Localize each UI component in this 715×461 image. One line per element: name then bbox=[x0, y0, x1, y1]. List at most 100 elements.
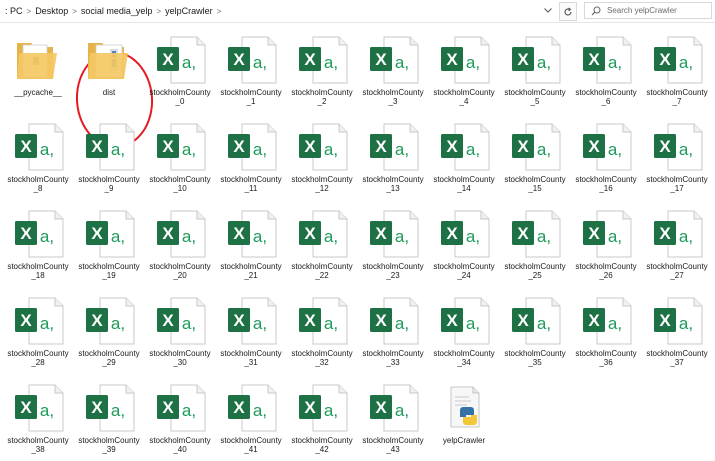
csv-file-item[interactable]: a, X stockholmCounty_41 bbox=[219, 375, 283, 455]
svg-text:X: X bbox=[20, 311, 32, 330]
csv-file-item[interactable]: a, X stockholmCounty_20 bbox=[148, 201, 212, 281]
csv-file-item[interactable]: a, X stockholmCounty_24 bbox=[432, 201, 496, 281]
svg-text:X: X bbox=[659, 311, 671, 330]
file-thumbnail: a, X bbox=[13, 120, 65, 172]
csv-file-item[interactable]: a, X stockholmCounty_3 bbox=[361, 27, 425, 107]
file-thumbnail: a, X bbox=[84, 294, 136, 346]
file-grid: __pycache__ dist a, X stockholmCounty_0 … bbox=[0, 23, 715, 461]
file-name-label: stockholmCounty_5 bbox=[504, 88, 566, 106]
svg-text:X: X bbox=[446, 50, 458, 69]
excel-csv-icon: a, X bbox=[654, 297, 703, 345]
file-name-label: stockholmCounty_28 bbox=[7, 349, 69, 367]
csv-file-item[interactable]: a, X stockholmCounty_35 bbox=[503, 288, 567, 368]
python-file-item[interactable]: yelpCrawler bbox=[432, 375, 496, 455]
breadcrumb-item-pc[interactable]: : PC bbox=[5, 6, 23, 16]
csv-file-item[interactable]: a, X stockholmCounty_19 bbox=[77, 201, 141, 281]
chevron-down-icon bbox=[544, 8, 552, 13]
csv-file-item[interactable]: a, X stockholmCounty_32 bbox=[290, 288, 354, 368]
csv-file-item[interactable]: a, X stockholmCounty_29 bbox=[77, 288, 141, 368]
refresh-button[interactable] bbox=[559, 2, 577, 21]
csv-file-item[interactable]: a, X stockholmCounty_42 bbox=[290, 375, 354, 455]
excel-csv-icon: a, X bbox=[228, 123, 277, 171]
svg-text:a,: a, bbox=[537, 314, 551, 333]
csv-file-item[interactable]: a, X stockholmCounty_17 bbox=[645, 114, 709, 194]
csv-file-item[interactable]: a, X stockholmCounty_37 bbox=[645, 288, 709, 368]
file-name-label: stockholmCounty_20 bbox=[149, 262, 211, 280]
excel-csv-icon: a, X bbox=[15, 384, 64, 432]
csv-file-item[interactable]: a, X stockholmCounty_34 bbox=[432, 288, 496, 368]
svg-text:X: X bbox=[20, 224, 32, 243]
csv-file-item[interactable]: a, X stockholmCounty_7 bbox=[645, 27, 709, 107]
address-bar[interactable]: : PC > Desktop > social media_yelp > yel… bbox=[0, 0, 715, 23]
csv-file-item[interactable]: a, X stockholmCounty_11 bbox=[219, 114, 283, 194]
svg-text:X: X bbox=[91, 224, 103, 243]
csv-file-item[interactable]: a, X stockholmCounty_15 bbox=[503, 114, 567, 194]
csv-file-item[interactable]: a, X stockholmCounty_25 bbox=[503, 201, 567, 281]
file-name-label: stockholmCounty_22 bbox=[291, 262, 353, 280]
refresh-icon bbox=[564, 6, 572, 16]
csv-file-item[interactable]: a, X stockholmCounty_21 bbox=[219, 201, 283, 281]
file-thumbnail: a, X bbox=[652, 294, 704, 346]
address-history-button[interactable] bbox=[541, 3, 555, 18]
search-box[interactable] bbox=[584, 2, 712, 19]
breadcrumb-item-yelpcrawler[interactable]: yelpCrawler bbox=[165, 6, 213, 16]
csv-file-item[interactable]: a, X stockholmCounty_43 bbox=[361, 375, 425, 455]
svg-text:a,: a, bbox=[324, 314, 338, 333]
csv-file-item[interactable]: a, X stockholmCounty_4 bbox=[432, 27, 496, 107]
file-name-label: stockholmCounty_10 bbox=[149, 175, 211, 193]
breadcrumb-item-desktop[interactable]: Desktop bbox=[35, 6, 68, 16]
csv-file-item[interactable]: a, X stockholmCounty_39 bbox=[77, 375, 141, 455]
file-name-label: stockholmCounty_31 bbox=[220, 349, 282, 367]
csv-file-item[interactable]: a, X stockholmCounty_23 bbox=[361, 201, 425, 281]
svg-text:a,: a, bbox=[182, 227, 196, 246]
file-thumbnail: a, X bbox=[155, 207, 207, 259]
svg-text:a,: a, bbox=[679, 140, 693, 159]
folder-item[interactable]: __pycache__ bbox=[6, 27, 70, 107]
file-name-label: stockholmCounty_4 bbox=[433, 88, 495, 106]
svg-text:a,: a, bbox=[253, 314, 267, 333]
breadcrumb-item-social-media-yelp[interactable]: social media_yelp bbox=[81, 6, 153, 16]
excel-csv-icon: a, X bbox=[15, 210, 64, 258]
csv-file-item[interactable]: a, X stockholmCounty_31 bbox=[219, 288, 283, 368]
svg-text:a,: a, bbox=[182, 140, 196, 159]
excel-csv-icon: a, X bbox=[654, 36, 703, 84]
csv-file-item[interactable]: a, X stockholmCounty_38 bbox=[6, 375, 70, 455]
csv-file-item[interactable]: a, X stockholmCounty_10 bbox=[148, 114, 212, 194]
file-thumbnail: a, X bbox=[297, 120, 349, 172]
csv-file-item[interactable]: a, X stockholmCounty_13 bbox=[361, 114, 425, 194]
csv-file-item[interactable]: a, X stockholmCounty_27 bbox=[645, 201, 709, 281]
file-thumbnail bbox=[434, 378, 496, 440]
csv-file-item[interactable]: a, X stockholmCounty_22 bbox=[290, 201, 354, 281]
file-thumbnail: a, X bbox=[510, 33, 562, 85]
excel-csv-icon: a, X bbox=[157, 210, 206, 258]
csv-file-item[interactable]: a, X stockholmCounty_12 bbox=[290, 114, 354, 194]
search-input[interactable] bbox=[607, 4, 707, 17]
csv-file-item[interactable]: a, X stockholmCounty_6 bbox=[574, 27, 638, 107]
csv-file-item[interactable]: a, X stockholmCounty_16 bbox=[574, 114, 638, 194]
file-thumbnail: a, X bbox=[368, 120, 420, 172]
csv-file-item[interactable]: a, X stockholmCounty_2 bbox=[290, 27, 354, 107]
csv-file-item[interactable]: a, X stockholmCounty_18 bbox=[6, 201, 70, 281]
csv-file-item[interactable]: a, X stockholmCounty_33 bbox=[361, 288, 425, 368]
svg-text:a,: a, bbox=[608, 314, 622, 333]
excel-csv-icon: a, X bbox=[654, 123, 703, 171]
csv-file-item[interactable]: a, X stockholmCounty_5 bbox=[503, 27, 567, 107]
file-name-label: stockholmCounty_25 bbox=[504, 262, 566, 280]
csv-file-item[interactable]: a, X stockholmCounty_40 bbox=[148, 375, 212, 455]
excel-csv-icon: a, X bbox=[299, 297, 348, 345]
csv-file-item[interactable]: a, X stockholmCounty_26 bbox=[574, 201, 638, 281]
csv-file-item[interactable]: a, X stockholmCounty_36 bbox=[574, 288, 638, 368]
csv-file-item[interactable]: a, X stockholmCounty_14 bbox=[432, 114, 496, 194]
csv-file-item[interactable]: a, X stockholmCounty_8 bbox=[6, 114, 70, 194]
svg-text:a,: a, bbox=[679, 314, 693, 333]
csv-file-item[interactable]: a, X stockholmCounty_1 bbox=[219, 27, 283, 107]
csv-file-item[interactable]: a, X stockholmCounty_0 bbox=[148, 27, 212, 107]
csv-file-item[interactable]: a, X stockholmCounty_30 bbox=[148, 288, 212, 368]
folder-item[interactable]: dist bbox=[77, 27, 141, 107]
file-thumbnail: a, X bbox=[155, 33, 207, 85]
file-thumbnail: a, X bbox=[652, 33, 704, 85]
file-name-label: stockholmCounty_8 bbox=[7, 175, 69, 193]
csv-file-item[interactable]: a, X stockholmCounty_9 bbox=[77, 114, 141, 194]
svg-text:a,: a, bbox=[395, 140, 409, 159]
csv-file-item[interactable]: a, X stockholmCounty_28 bbox=[6, 288, 70, 368]
